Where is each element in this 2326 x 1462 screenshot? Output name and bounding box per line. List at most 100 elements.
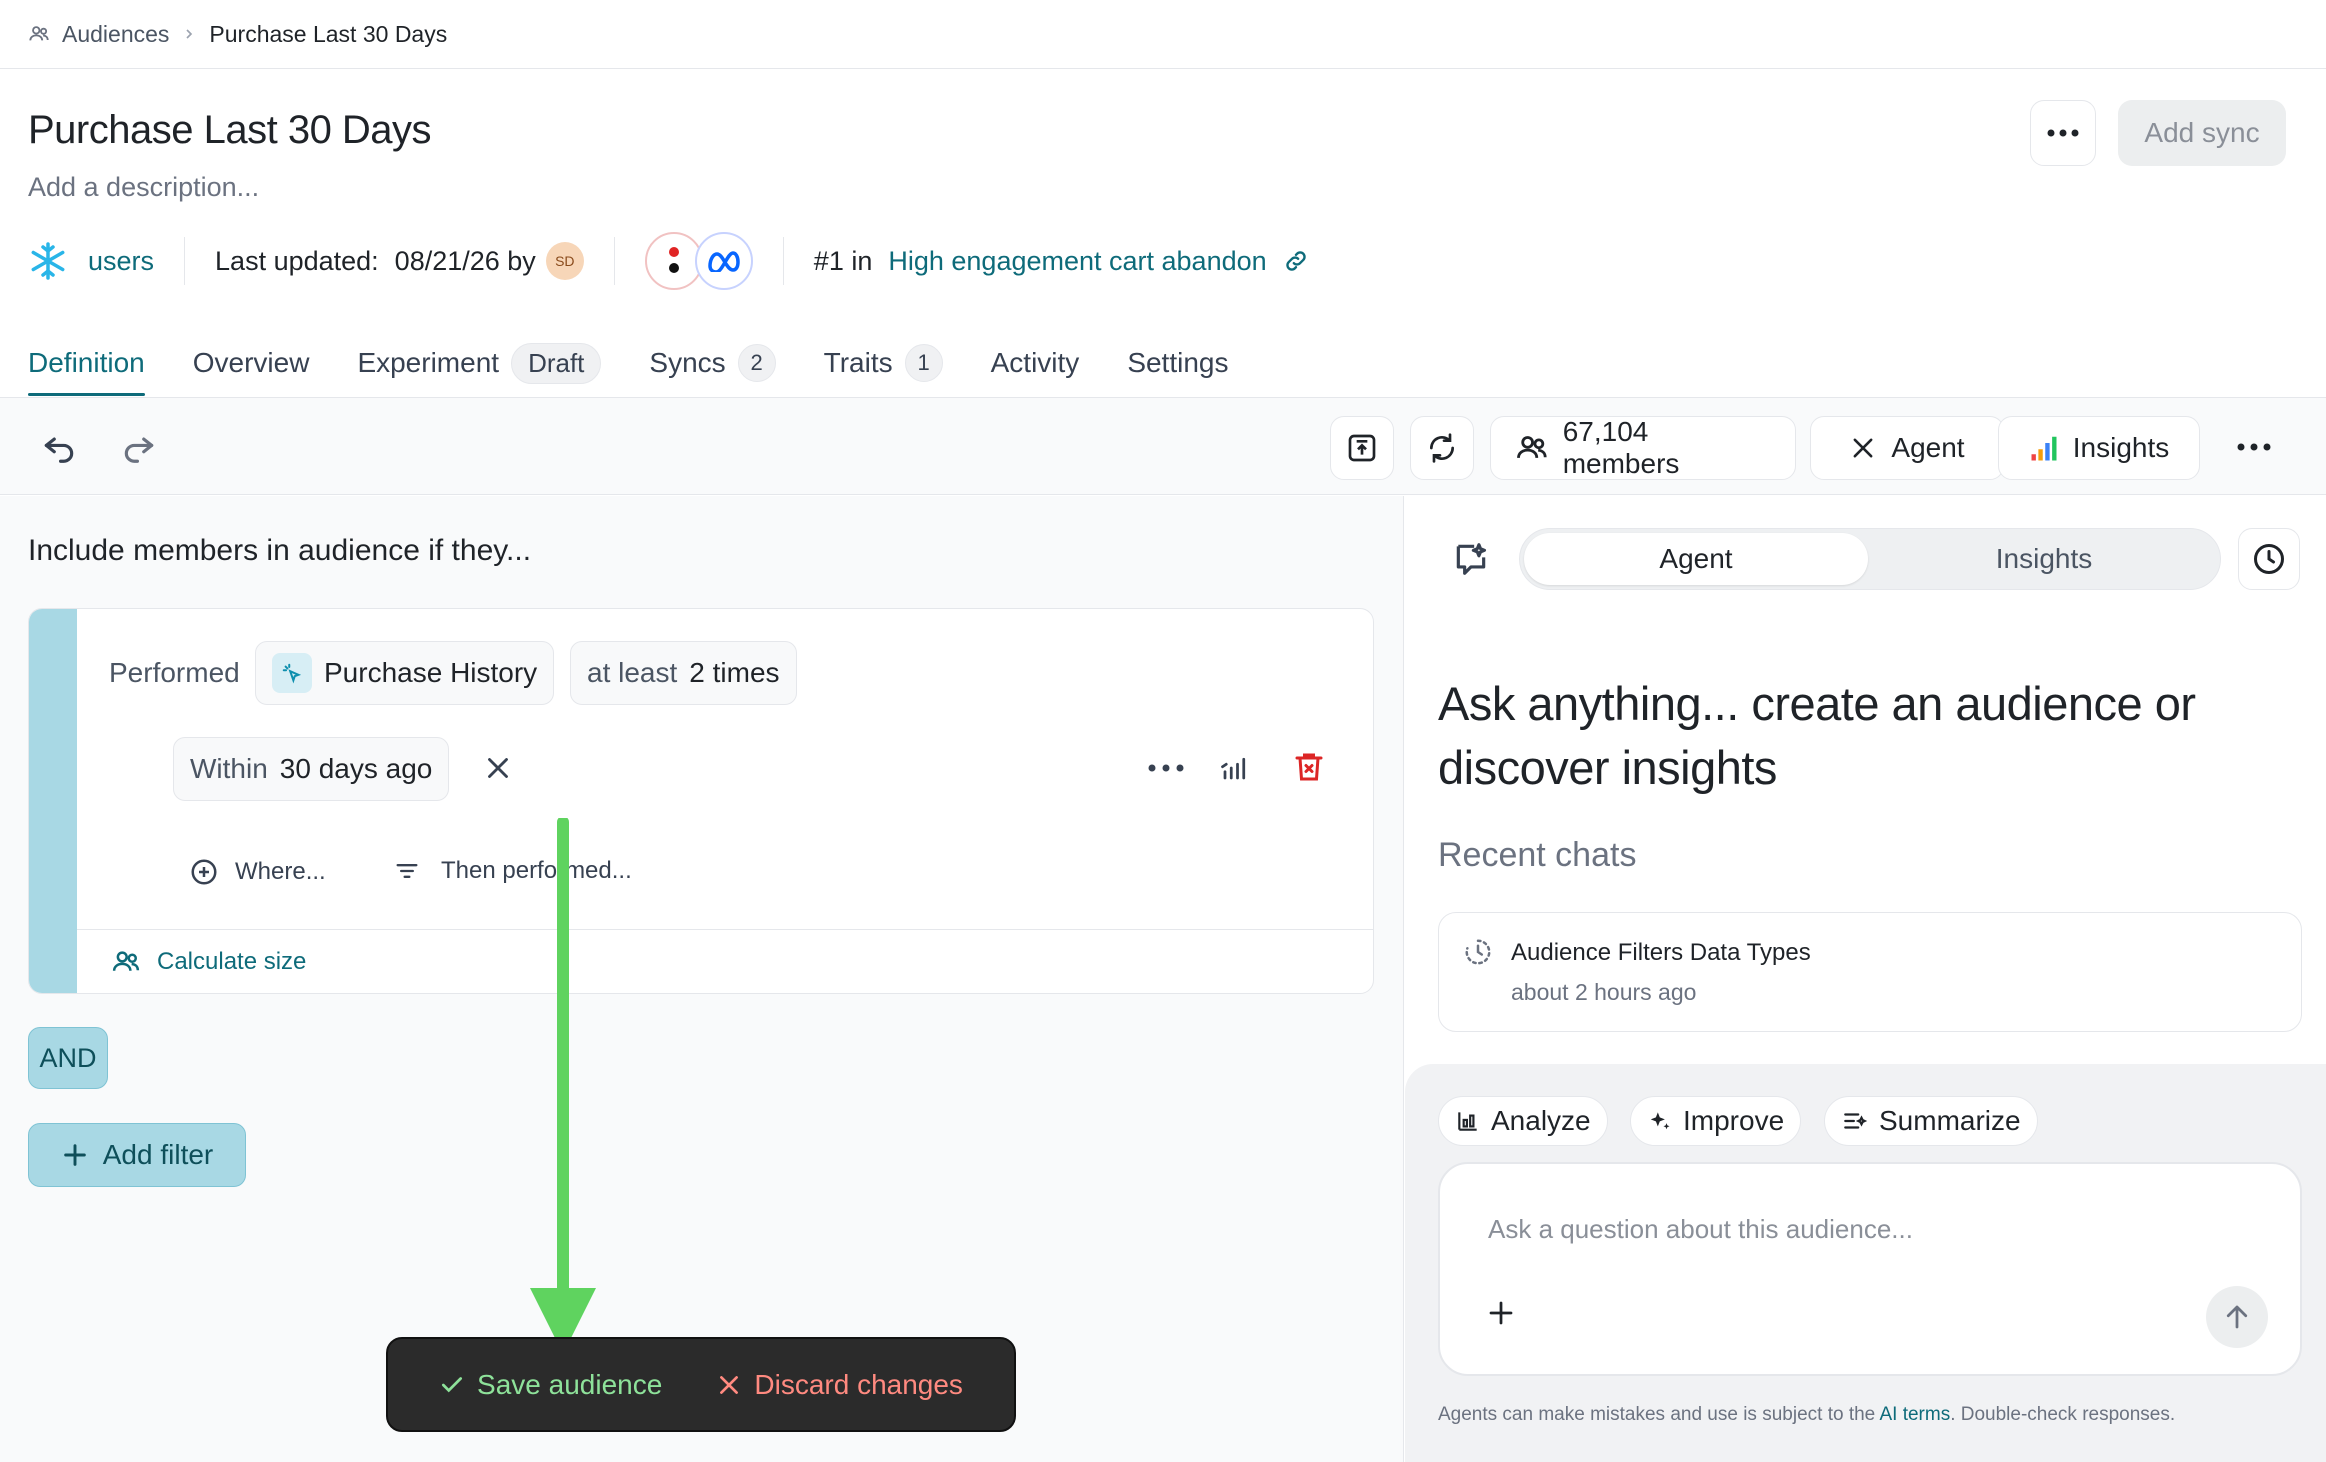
tab-settings[interactable]: Settings (1127, 330, 1228, 396)
tab-definition[interactable]: Definition (28, 330, 145, 396)
add-filter-label: Add filter (102, 1139, 214, 1170)
event-selector[interactable]: Purchase History (255, 641, 555, 705)
add-sync-button[interactable]: Add sync (2118, 100, 2286, 166)
filter-card: Performed Purchase History at least 2 ti… (28, 608, 1374, 994)
tab-bar: Definition Overview Experiment Draft Sync… (28, 330, 1276, 396)
source-link[interactable]: users (88, 246, 154, 277)
editor-toolbar: 67,104 members Agent Insights (0, 397, 2326, 495)
save-audience-button[interactable]: Save audience (439, 1369, 662, 1401)
chat-composer[interactable]: Ask a question about this audience... (1438, 1162, 2302, 1376)
calculate-size-button[interactable]: Calculate size (77, 929, 1373, 993)
add-filter-button[interactable]: Add filter (28, 1123, 246, 1187)
last-updated-value: 08/21/26 by (394, 245, 536, 276)
where-label: Where... (235, 858, 326, 885)
redo-icon[interactable] (120, 428, 158, 466)
plus-circle-icon (191, 859, 217, 885)
page-title[interactable]: Purchase Last 30 Days (28, 108, 432, 153)
agent-toggle-button[interactable]: Agent (1810, 416, 2004, 480)
close-icon (1853, 438, 1873, 458)
filter-more-icon[interactable] (1147, 763, 1185, 773)
members-count-button[interactable]: 67,104 members (1490, 416, 1796, 480)
ellipsis-icon (2047, 129, 2079, 137)
syncs-count-badge: 2 (737, 344, 776, 382)
export-button[interactable] (1330, 416, 1394, 480)
remove-window-icon[interactable] (481, 751, 515, 785)
disclaimer-text: Agents can make mistakes and use is subj… (1438, 1404, 1880, 1425)
insights-button[interactable]: Insights (1998, 416, 2200, 480)
analyze-suggestion[interactable]: Analyze (1438, 1096, 1608, 1146)
segment-agent[interactable]: Agent (1524, 533, 1868, 585)
destination-icons[interactable] (644, 232, 753, 290)
where-button[interactable]: Where... (189, 857, 326, 887)
time-window-selector[interactable]: Within 30 days ago (173, 737, 450, 801)
event-name: Purchase History (324, 657, 538, 688)
new-chat-icon[interactable] (1452, 540, 1490, 578)
discard-changes-button[interactable]: Discard changes (716, 1369, 963, 1401)
attach-plus-icon[interactable] (1486, 1298, 1516, 1328)
refresh-button[interactable] (1410, 416, 1474, 480)
calculate-size-label: Calculate size (157, 947, 307, 975)
event-icon (272, 653, 312, 693)
trash-icon[interactable] (1291, 749, 1327, 785)
tab-activity[interactable]: Activity (991, 330, 1080, 396)
performed-label: Performed (109, 657, 240, 688)
summarize-label: Summarize (1879, 1105, 2021, 1136)
link-icon[interactable] (1283, 248, 1309, 274)
discard-label: Discard changes (754, 1368, 963, 1400)
draft-badge: Draft (511, 342, 602, 384)
last-updated-label: Last updated: (215, 245, 379, 276)
and-operator-button[interactable]: AND (28, 1027, 108, 1089)
chat-input[interactable]: Ask a question about this audience... (1488, 1214, 1913, 1245)
filter-card-accent (29, 609, 77, 993)
frequency-selector[interactable]: at least 2 times (570, 641, 797, 705)
frequency-prefix: at least (587, 657, 678, 688)
window-prefix: Within (190, 753, 268, 784)
analyze-label: Analyze (1491, 1105, 1591, 1136)
tab-label: Syncs (649, 347, 726, 378)
users-icon (1517, 436, 1547, 458)
tab-overview[interactable]: Overview (193, 330, 310, 396)
filter-chart-icon[interactable] (1219, 753, 1251, 783)
disclaimer-text-end: . Double-check responses. (1950, 1404, 2176, 1425)
tab-label: Definition (28, 347, 145, 378)
plus-icon (63, 1144, 86, 1166)
chevron-right-icon (181, 26, 197, 42)
ai-disclaimer: Agents can make mistakes and use is subj… (1438, 1404, 2175, 1426)
tab-label: Experiment (357, 347, 500, 378)
history-button[interactable] (2238, 528, 2300, 590)
users-icon (112, 950, 140, 971)
chat-history-icon (1463, 937, 1493, 967)
frequency-value: 2 times (689, 657, 780, 688)
tab-syncs[interactable]: Syncs 2 (649, 330, 776, 396)
window-value: 30 days ago (279, 753, 433, 784)
toolbar-more-icon[interactable] (2236, 442, 2272, 452)
refresh-icon (1430, 433, 1454, 463)
header-divider (0, 68, 2326, 69)
agent-label: Agent (1891, 432, 1965, 463)
tab-experiment[interactable]: Experiment Draft (357, 330, 602, 396)
agent-insights-switch: Agent Insights (1519, 528, 2221, 590)
send-button[interactable] (2206, 1286, 2268, 1348)
insights-label: Insights (2072, 432, 2170, 463)
undo-icon[interactable] (40, 428, 78, 466)
tab-label: Activity (990, 347, 1080, 378)
agent-hero-text: Ask anything... create an audience or di… (1438, 677, 2196, 794)
filter-lines-icon (396, 864, 418, 878)
breadcrumb-audiences-link[interactable]: Audiences (62, 21, 169, 48)
recent-chat-item[interactable]: Audience Filters Data Types about 2 hour… (1438, 912, 2302, 1032)
annotation-arrow (530, 818, 596, 1354)
members-count: 67,104 members (1562, 416, 1680, 479)
summarize-suggestion[interactable]: Summarize (1824, 1096, 2038, 1146)
tab-label: Overview (192, 347, 310, 378)
rank-link[interactable]: High engagement cart abandon (888, 246, 1266, 277)
clock-icon (2254, 544, 2284, 574)
ai-terms-link[interactable]: AI terms (1879, 1404, 1950, 1425)
snowflake-icon (28, 241, 68, 281)
recent-chats-heading: Recent chats (1438, 836, 1637, 874)
chat-time: about 2 hours ago (1511, 979, 1697, 1005)
more-options-button[interactable] (2030, 100, 2096, 166)
segment-insights[interactable]: Insights (1872, 533, 2216, 585)
improve-suggestion[interactable]: Improve (1630, 1096, 1802, 1146)
description-field[interactable]: Add a description... (28, 172, 259, 203)
tab-traits[interactable]: Traits 1 (824, 330, 943, 396)
